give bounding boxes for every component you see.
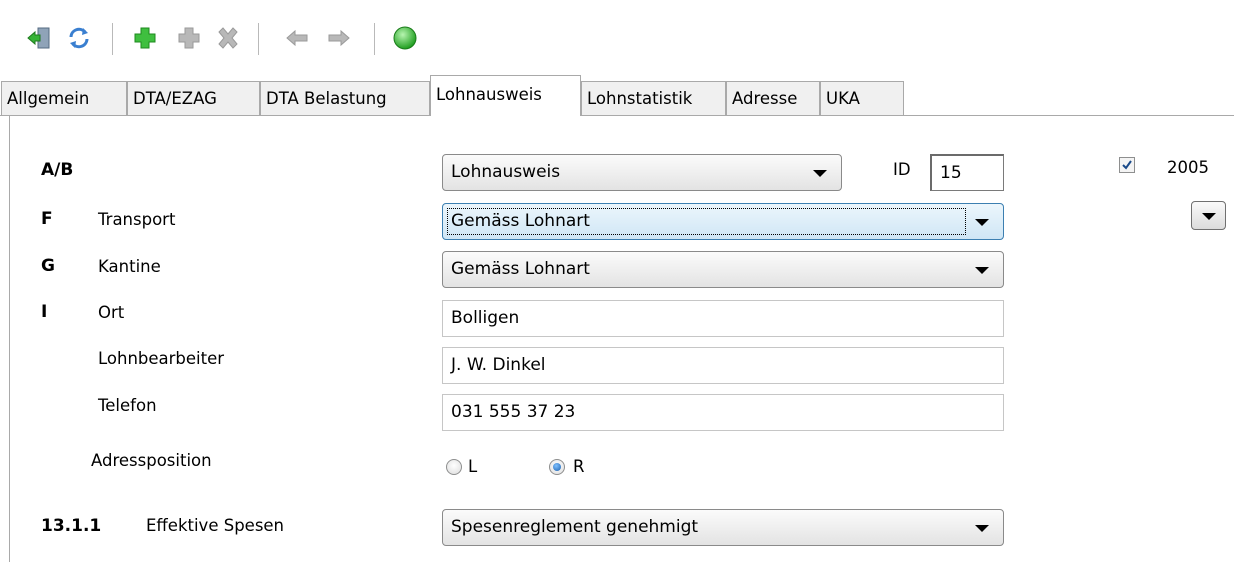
code-ab: A/B [41,160,74,180]
add-icon[interactable] [130,23,160,53]
chevron-down-icon [1202,213,1216,220]
year-checkbox[interactable] [1119,157,1135,173]
ort-label: Ort [98,303,125,322]
panel-border [9,116,10,562]
tab-adresse[interactable]: Adresse [726,81,820,115]
back-disabled-icon [282,23,312,53]
toolbar-separator [258,23,259,55]
code-i: I [41,302,48,322]
lohnbearbeiter-label: Lohnbearbeiter [98,349,225,368]
tab-uka[interactable]: UKA [820,81,904,115]
delete-disabled-icon [213,23,243,53]
code-13-1-1: 13.1.1 [41,516,102,536]
ort-field[interactable]: Bolligen [442,300,1004,337]
tab-lohnstatistik[interactable]: Lohnstatistik [581,81,726,115]
lohnausweis-select[interactable]: Lohnausweis [442,154,842,191]
tab-underline [0,115,1234,116]
year-label: 2005 [1167,158,1209,177]
toolbar-separator [112,23,113,55]
transport-select[interactable]: Gemäss Lohnart [442,203,1004,240]
transport-label: Transport [98,210,176,229]
lohnausweis-select-value: Lohnausweis [451,162,561,182]
effektive-spesen-label: Effektive Spesen [146,516,285,535]
add-disabled-icon [174,23,204,53]
kantine-label: Kantine [98,257,161,276]
adressposition-radio-l[interactable] [446,459,462,475]
refresh-icon[interactable] [64,23,94,53]
kantine-select-value: Gemäss Lohnart [451,259,590,279]
adressposition-option-l-label: L [468,457,478,476]
tab-lohnausweis[interactable]: Lohnausweis [430,75,581,116]
chevron-down-icon [813,170,827,177]
telefon-label: Telefon [98,396,157,415]
status-green-icon[interactable] [390,23,420,53]
telefon-field[interactable]: 031 555 37 23 [442,394,1004,431]
chevron-down-icon [975,267,989,274]
forward-disabled-icon [324,23,354,53]
adressposition-option-r-label: R [573,457,585,476]
lohnbearbeiter-field[interactable]: J. W. Dinkel [442,347,1004,384]
toolbar [0,0,1234,64]
tab-dta-belastung[interactable]: DTA Belastung [260,81,430,115]
tab-allgemein[interactable]: Allgemein [1,81,127,115]
id-field[interactable]: 15 [930,154,1004,191]
code-f: F [41,209,53,229]
year-dropdown-button[interactable] [1191,201,1226,230]
exit-icon[interactable] [24,23,54,53]
focus-rectangle [447,208,966,235]
code-g: G [41,256,55,276]
spesen-select[interactable]: Spesenreglement genehmigt [442,509,1004,546]
adressposition-label: Adressposition [91,451,212,470]
adressposition-radio-r[interactable] [549,459,565,475]
chevron-down-icon [975,525,989,532]
toolbar-separator [374,23,375,55]
kantine-select[interactable]: Gemäss Lohnart [442,251,1004,288]
tab-dta-ezag[interactable]: DTA/EZAG [127,81,260,115]
id-label: ID [893,160,911,179]
chevron-down-icon [975,219,989,226]
spesen-select-value: Spesenreglement genehmigt [451,517,699,537]
